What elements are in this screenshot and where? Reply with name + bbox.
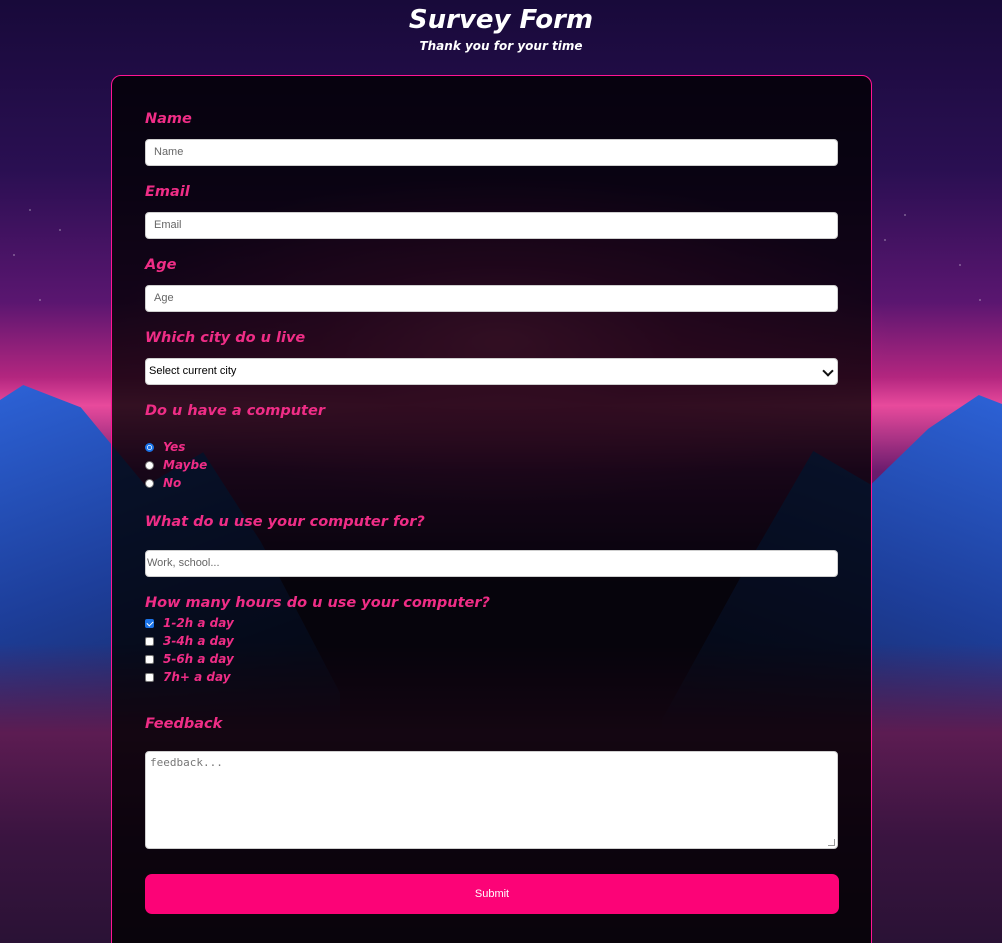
radio-no-label: No (163, 476, 182, 490)
hours-label: How many hours do u use your computer? (145, 595, 490, 611)
city-label: Which city do u live (145, 330, 306, 346)
radio-no[interactable] (145, 478, 154, 488)
checkbox-1-2h[interactable] (145, 618, 154, 628)
name-label: Name (145, 111, 192, 127)
checkbox-option-1-2h[interactable]: 1-2h a day (145, 614, 234, 632)
city-select[interactable]: Select current city (145, 358, 838, 385)
checkbox-7h-plus[interactable] (145, 672, 154, 682)
email-label: Email (145, 184, 190, 200)
radio-yes-label: Yes (163, 440, 186, 454)
radio-option-yes[interactable]: Yes (145, 438, 185, 456)
resize-grip-icon[interactable] (828, 839, 835, 846)
checkbox-1-2h-label: 1-2h a day (163, 616, 234, 630)
checkbox-5-6h[interactable] (145, 654, 154, 664)
page-header: Survey Form Thank you for your time (0, 0, 1002, 54)
checkbox-7h-plus-label: 7h+ a day (163, 670, 231, 684)
feedback-label: Feedback (145, 716, 223, 732)
checkbox-option-5-6h[interactable]: 5-6h a day (145, 650, 234, 668)
chevron-down-icon (822, 365, 834, 377)
email-input[interactable]: Email (145, 212, 838, 239)
page-subtitle: Thank you for your time (419, 39, 583, 53)
age-input[interactable]: Age (145, 285, 838, 312)
checkbox-3-4h[interactable] (145, 636, 154, 646)
age-label: Age (145, 257, 177, 273)
radio-maybe[interactable] (145, 460, 154, 470)
radio-option-maybe[interactable]: Maybe (145, 456, 207, 474)
name-input[interactable]: Name (145, 139, 838, 166)
feedback-placeholder: feedback... (150, 756, 223, 769)
checkbox-3-4h-label: 3-4h a day (163, 634, 234, 648)
page-title: Survey Form (408, 5, 594, 35)
radio-option-no[interactable]: No (145, 474, 181, 492)
checkbox-option-7h-plus[interactable]: 7h+ a day (145, 668, 231, 686)
computer-label: Do u have a computer (145, 403, 325, 419)
radio-yes[interactable] (145, 442, 154, 452)
usage-input[interactable]: Work, school... (145, 550, 838, 577)
survey-form: Name Name Email Email Age Age Which city… (111, 75, 872, 943)
city-select-value: Select current city (149, 365, 237, 377)
checkbox-option-3-4h[interactable]: 3-4h a day (145, 632, 234, 650)
usage-label: What do u use your computer for? (145, 514, 425, 530)
radio-maybe-label: Maybe (163, 458, 208, 472)
checkbox-5-6h-label: 5-6h a day (163, 652, 234, 666)
feedback-textarea[interactable]: feedback... (145, 751, 838, 849)
submit-button[interactable]: Submit (145, 874, 839, 914)
